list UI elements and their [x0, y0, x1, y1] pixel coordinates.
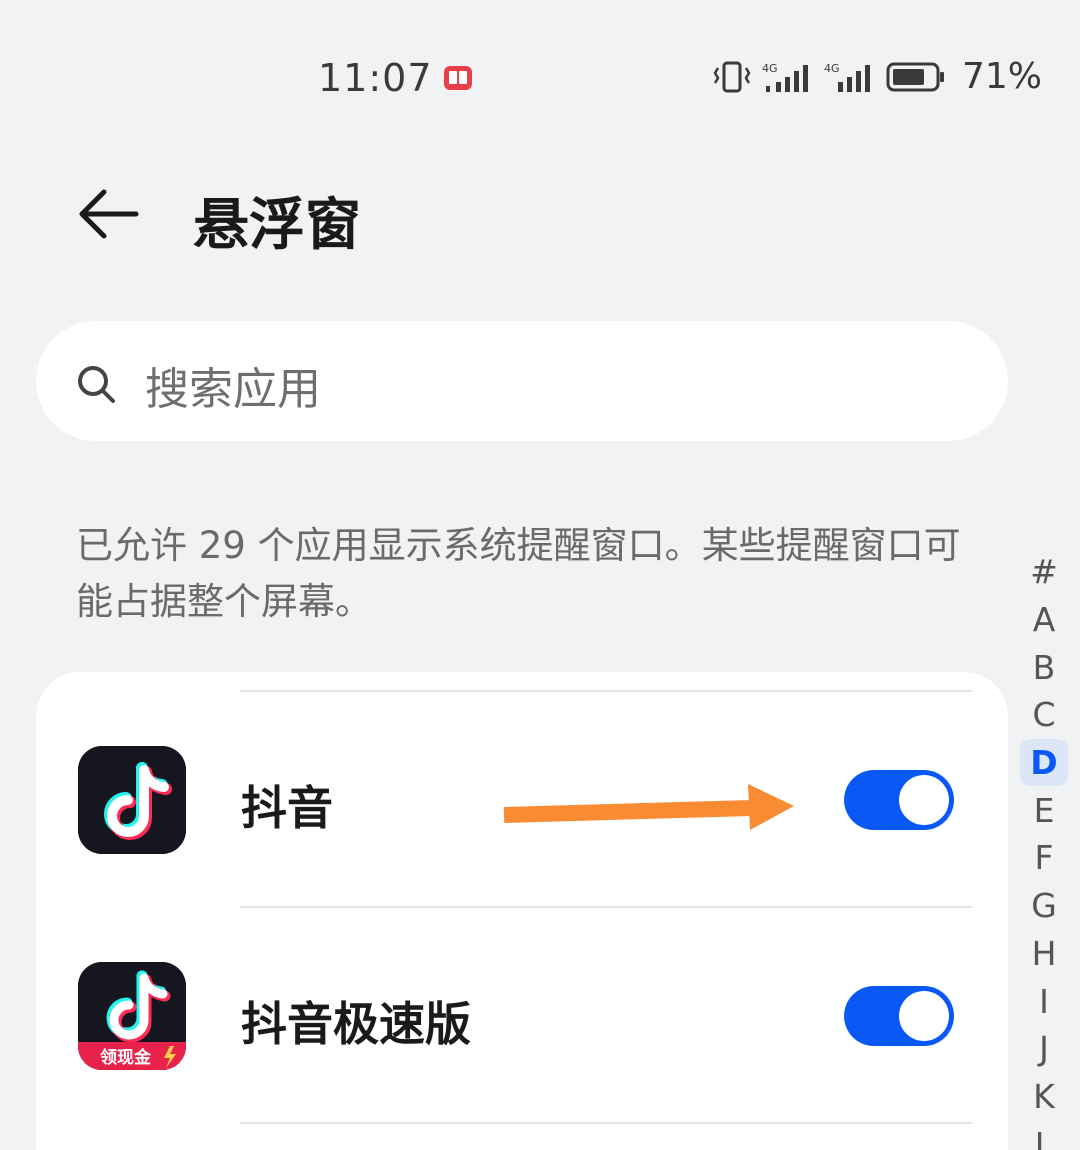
app-badge: 领现金	[100, 1047, 152, 1068]
battery-icon	[886, 62, 944, 91]
douyin-lite-app-icon: 领现金	[78, 962, 186, 1070]
app-name: 抖音极速版	[241, 997, 471, 1051]
list-item[interactable]: 领现金 抖音极速版	[36, 908, 1008, 1124]
index-letter[interactable]: F	[1020, 834, 1068, 882]
book-notification-icon	[443, 66, 472, 90]
index-letter[interactable]: #	[1020, 548, 1068, 596]
douyin-app-icon	[78, 746, 186, 854]
index-letter[interactable]: K	[1020, 1073, 1068, 1121]
toggle-knob	[899, 991, 949, 1041]
index-letter[interactable]: I	[1020, 977, 1068, 1025]
floating-window-settings-screen: 11:07 4G 4G 71% 悬浮窗 搜索应用 已允许 29 个应用显示系统提…	[0, 0, 1080, 1150]
app-name: 抖音	[241, 781, 333, 835]
back-button[interactable]	[70, 178, 150, 250]
index-letter[interactable]: L	[1020, 1120, 1068, 1150]
index-letter[interactable]: H	[1020, 930, 1068, 978]
battery-percent: 71%	[961, 56, 1042, 97]
toggle-knob	[899, 775, 949, 825]
status-bar: 11:07 4G 4G 71%	[0, 0, 1080, 160]
alphabet-index[interactable]: # A B C D E F G H I J K L	[1020, 548, 1070, 1150]
search-icon	[78, 366, 115, 403]
index-letter[interactable]: B	[1020, 643, 1068, 691]
annotation-arrow	[503, 784, 794, 830]
index-letter[interactable]: C	[1020, 691, 1068, 739]
status-icons: 4G 4G 71%	[712, 56, 1042, 97]
signal-icon: 4G	[824, 62, 870, 92]
index-letter[interactable]: J	[1020, 1025, 1068, 1073]
index-letter-active[interactable]: D	[1020, 738, 1068, 787]
svg-text:4G: 4G	[762, 62, 778, 75]
index-letter[interactable]: A	[1020, 596, 1068, 644]
douyin-lite-floating-toggle[interactable]	[844, 986, 954, 1046]
permission-description: 已允许 29 个应用显示系统提醒窗口。某些提醒窗口可能占据整个屏幕。	[76, 524, 961, 623]
clock: 11:07	[318, 56, 433, 100]
index-letter[interactable]: G	[1020, 882, 1068, 930]
vibrate-icon	[713, 61, 751, 92]
douyin-floating-toggle[interactable]	[844, 770, 954, 830]
search-placeholder: 搜索应用	[145, 364, 321, 415]
signal-icon: 4G	[762, 62, 808, 92]
index-letter[interactable]: E	[1020, 786, 1068, 834]
clock-group: 11:07	[318, 56, 473, 100]
page-title: 悬浮窗	[193, 193, 361, 258]
svg-text:4G: 4G	[824, 62, 840, 75]
arrow-left-icon	[79, 189, 139, 239]
